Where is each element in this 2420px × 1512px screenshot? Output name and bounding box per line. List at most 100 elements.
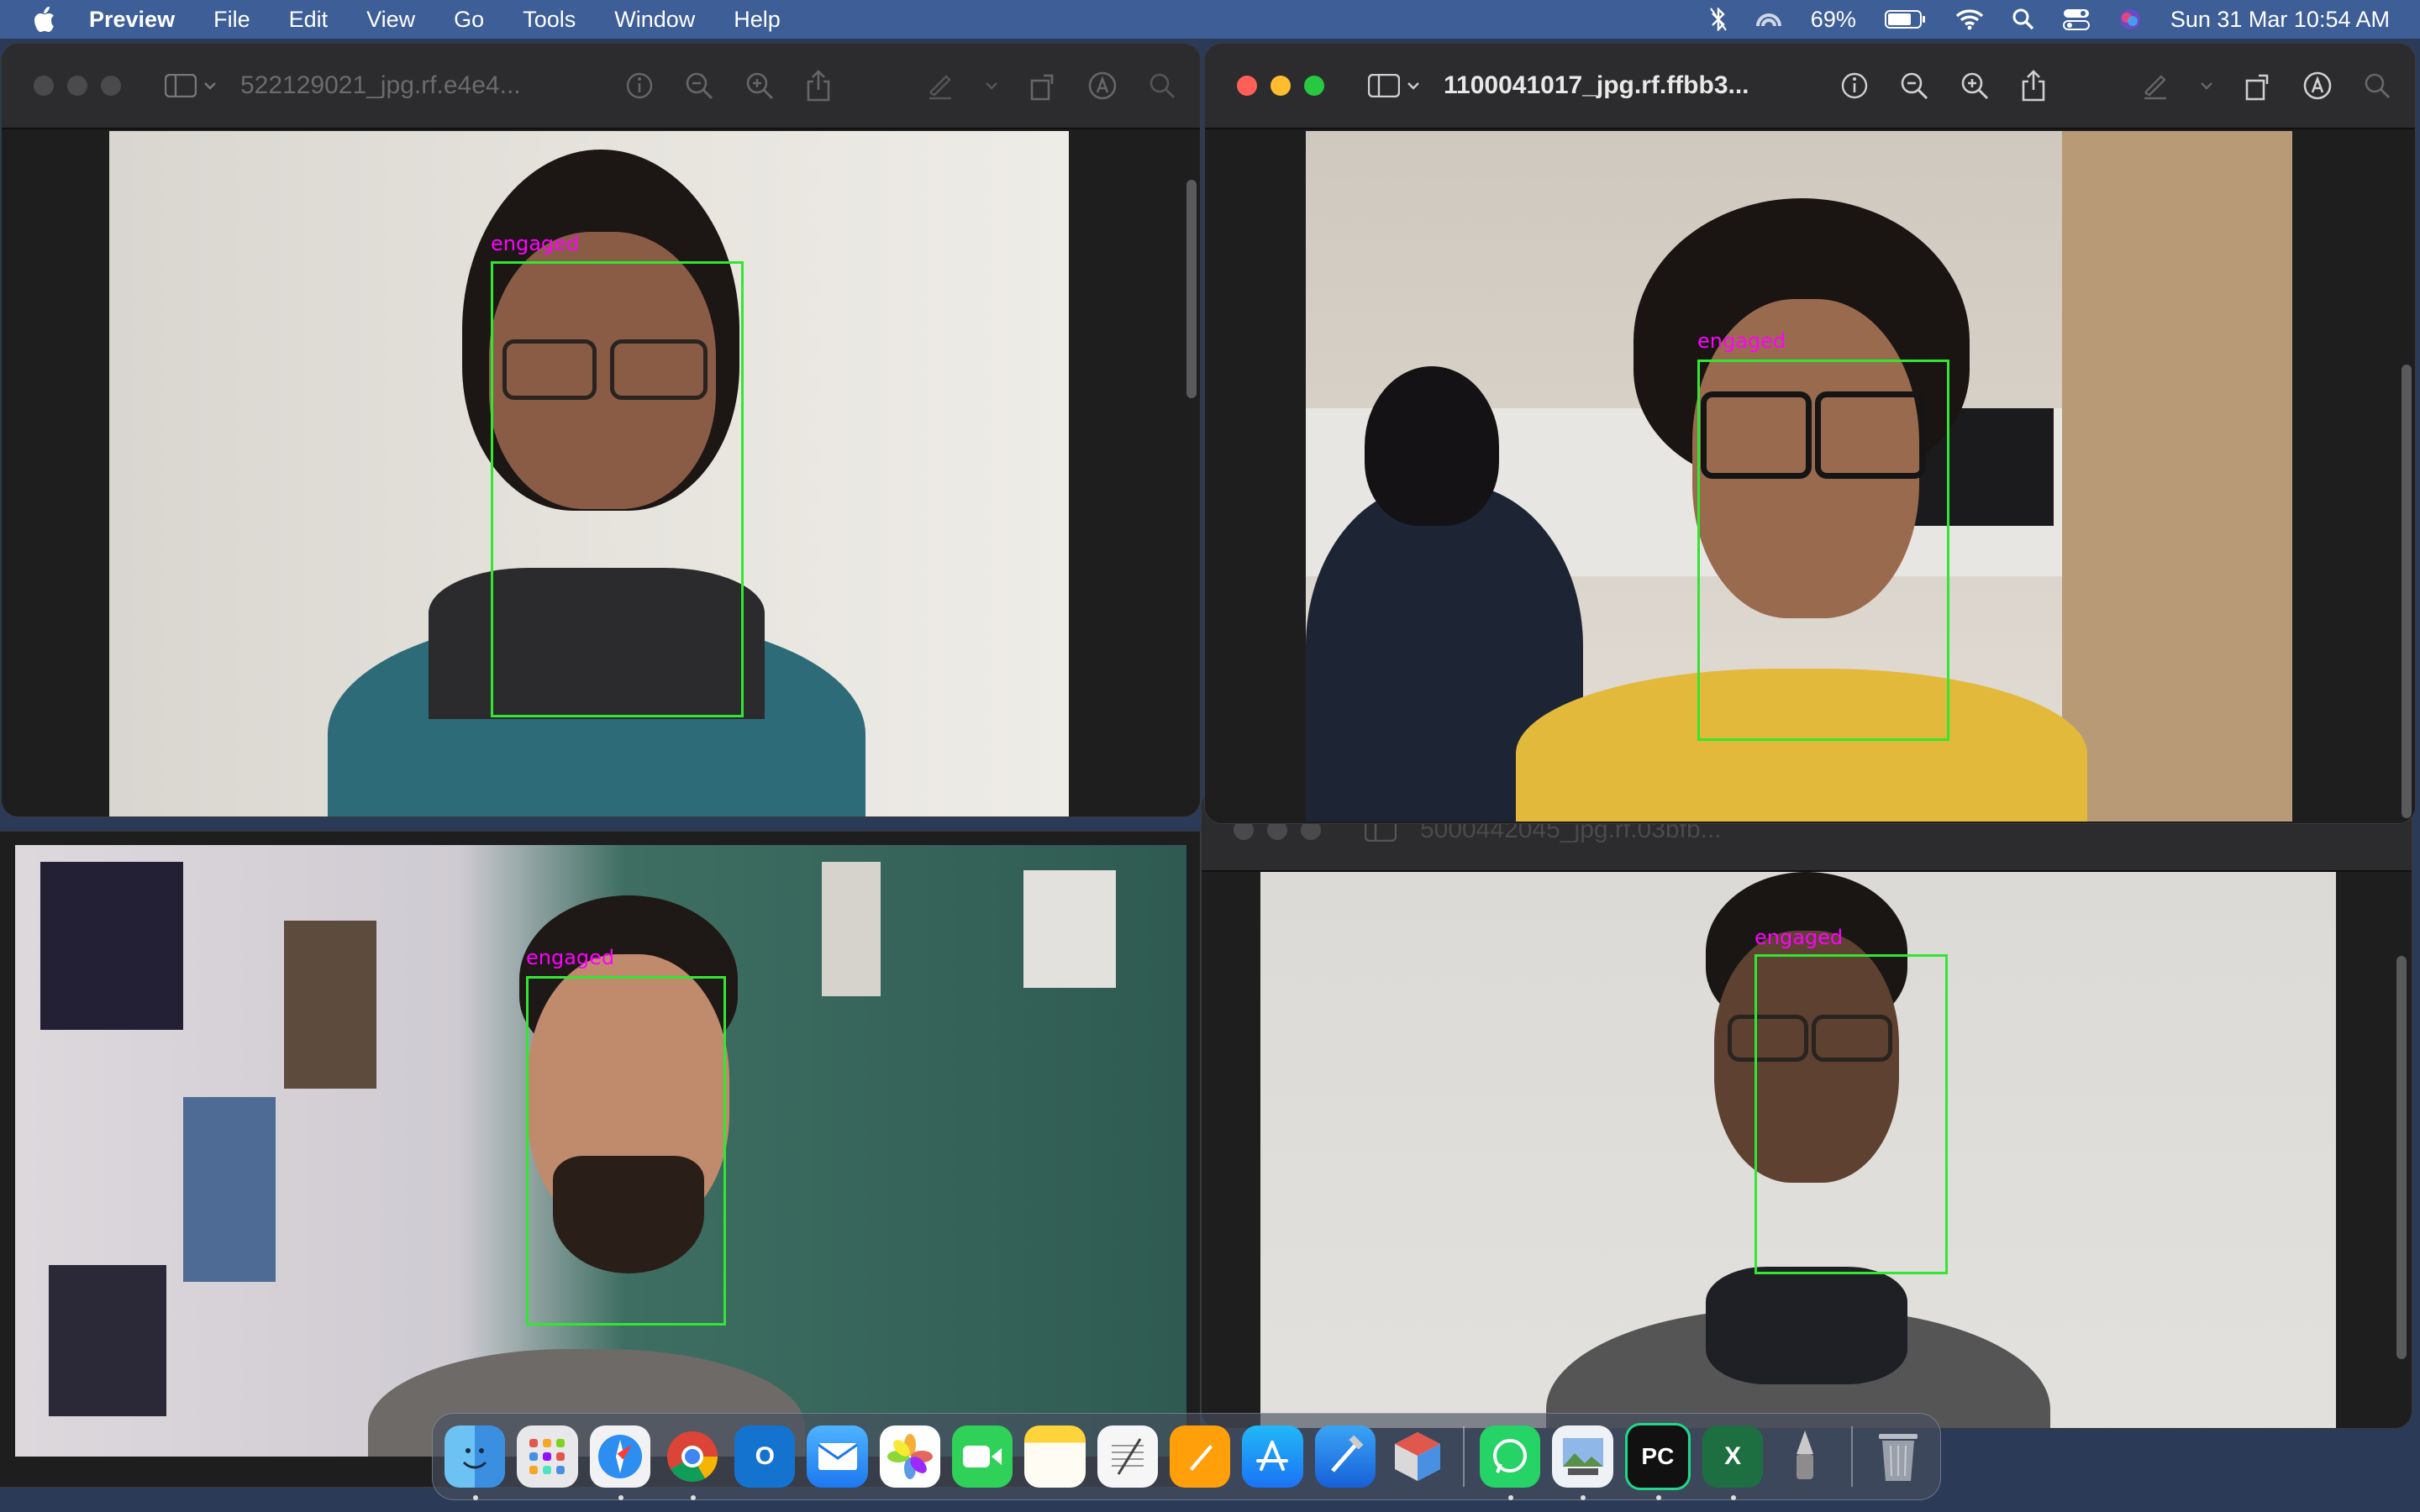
document-area: engaged — [1205, 129, 2415, 823]
chevron-down-icon[interactable] — [2200, 81, 2213, 91]
webcam-image: engaged — [1306, 131, 2292, 822]
zoom-button[interactable] — [1304, 76, 1324, 96]
zoom-out-icon[interactable] — [684, 71, 714, 101]
spotlight-icon[interactable] — [2012, 8, 2034, 30]
trash-icon[interactable] — [1868, 1425, 1928, 1488]
textedit-icon[interactable] — [1097, 1425, 1158, 1488]
zoom-out-icon[interactable] — [1899, 71, 1929, 101]
launchpad-icon[interactable] — [517, 1425, 578, 1488]
wifi-icon[interactable] — [1955, 8, 1984, 30]
control-center-icon[interactable] — [2062, 8, 2090, 30]
zoom-in-icon[interactable] — [744, 71, 775, 101]
minimize-button[interactable] — [1270, 76, 1291, 96]
window-title: 1100041017_jpg.rf.ffbb3... — [1444, 71, 1749, 99]
menu-window[interactable]: Window — [614, 7, 695, 33]
menu-bar: Preview File Edit View Go Tools Window H… — [0, 0, 2420, 39]
preview-icon[interactable] — [1552, 1425, 1613, 1500]
minimize-button[interactable] — [67, 76, 87, 96]
rotate-icon[interactable] — [1028, 71, 1057, 101]
sidebar-icon — [165, 74, 197, 97]
notes-icon[interactable] — [1024, 1425, 1086, 1488]
dock-separator — [1463, 1426, 1465, 1487]
face-label: engaged — [491, 232, 580, 255]
battery-icon[interactable] — [1884, 9, 1927, 29]
document-area: engaged — [2, 129, 1200, 816]
pycharm-icon[interactable]: PC — [1624, 1423, 1691, 1500]
focus-icon[interactable] — [1755, 8, 1782, 31]
zoom-button[interactable] — [101, 76, 121, 96]
chrome-icon[interactable] — [662, 1425, 723, 1500]
preview-window-top-left: 522129021_jpg.rf.e4e4... engaged — [2, 44, 1200, 816]
face-bounding-box — [1754, 954, 1948, 1274]
whatsapp-icon[interactable] — [1480, 1425, 1541, 1500]
annotate-icon[interactable] — [2302, 71, 2333, 101]
search-icon[interactable] — [1148, 71, 1176, 100]
mail-icon[interactable] — [807, 1425, 868, 1488]
outlook-icon[interactable]: O — [734, 1425, 796, 1488]
menu-help[interactable]: Help — [734, 7, 781, 33]
menu-go[interactable]: Go — [454, 7, 484, 33]
clock-datetime[interactable]: Sun 31 Mar 10:54 AM — [2170, 7, 2390, 33]
dock: O PC X — [432, 1413, 1941, 1500]
app-store-icon[interactable] — [1242, 1425, 1303, 1488]
share-icon[interactable] — [805, 70, 832, 102]
vertical-scrollbar[interactable] — [2396, 956, 2407, 1359]
face-label: engaged — [1754, 926, 1844, 949]
face-bounding-box — [526, 976, 726, 1326]
facetime-icon[interactable] — [952, 1425, 1013, 1488]
chevron-down-icon — [204, 82, 216, 90]
document-area: engaged — [1202, 872, 2412, 1428]
preview-window-bottom-right: 5000442045_jpg.rf.03bfb... engaged — [1202, 790, 2412, 1428]
info-icon[interactable] — [1840, 71, 1869, 100]
bluetooth-icon[interactable] — [1709, 8, 1727, 31]
finder-icon[interactable] — [445, 1425, 506, 1500]
markup-pen-icon[interactable] — [926, 71, 955, 100]
siri-icon[interactable] — [2118, 8, 2142, 31]
webcam-image: engaged — [15, 845, 1186, 1457]
menu-view[interactable]: View — [366, 7, 415, 33]
vertical-scrollbar[interactable] — [1186, 180, 1197, 398]
chevron-down-icon[interactable] — [985, 81, 998, 91]
pycharm-label: PC — [1641, 1443, 1675, 1469]
webcam-image: engaged — [1260, 872, 2336, 1428]
zoom-in-icon[interactable] — [1960, 71, 1990, 101]
pages-icon[interactable] — [1169, 1425, 1231, 1488]
chevron-down-icon — [1407, 82, 1419, 90]
menu-tools[interactable]: Tools — [523, 7, 576, 33]
menu-app-name[interactable]: Preview — [89, 7, 175, 33]
face-label: engaged — [526, 946, 615, 969]
dock-separator — [1850, 1426, 1853, 1487]
photos-icon[interactable] — [879, 1425, 941, 1488]
menu-file[interactable]: File — [213, 7, 250, 33]
xcode-icon[interactable] — [1314, 1425, 1376, 1488]
menu-edit[interactable]: Edit — [289, 7, 329, 33]
preview-window-bottom-left: engaged — [0, 832, 1200, 1487]
apple-icon — [34, 7, 54, 32]
close-button[interactable] — [1237, 76, 1257, 96]
battery-percent: 69% — [1810, 6, 1856, 32]
script-editor-icon[interactable] — [1775, 1425, 1835, 1488]
search-icon[interactable] — [2363, 71, 2391, 100]
sidebar-toggle-button[interactable] — [1368, 74, 1420, 97]
safari-icon[interactable] — [589, 1425, 650, 1500]
excel-icon[interactable]: X — [1702, 1425, 1764, 1500]
window-titlebar[interactable]: 1100041017_jpg.rf.ffbb3... — [1205, 44, 2415, 129]
close-button[interactable] — [34, 76, 54, 96]
sketchbook-icon[interactable] — [1387, 1425, 1448, 1488]
window-title: 522129021_jpg.rf.e4e4... — [240, 71, 521, 99]
excel-label: X — [1724, 1442, 1742, 1470]
rotate-icon[interactable] — [2244, 71, 2272, 101]
share-icon[interactable] — [2020, 70, 2047, 102]
annotate-icon[interactable] — [1087, 71, 1118, 101]
sidebar-toggle-button[interactable] — [165, 74, 217, 97]
markup-pen-icon[interactable] — [2141, 71, 2170, 100]
preview-window-top-right: 1100041017_jpg.rf.ffbb3... engaged — [1205, 44, 2415, 823]
vertical-scrollbar[interactable] — [2402, 365, 2412, 818]
webcam-image: engaged — [109, 131, 1069, 816]
info-icon[interactable] — [625, 71, 654, 100]
window-titlebar[interactable]: 522129021_jpg.rf.e4e4... — [2, 44, 1200, 129]
sidebar-icon — [1368, 74, 1400, 97]
apple-menu[interactable] — [27, 6, 60, 33]
face-label: engaged — [1697, 329, 1786, 353]
face-bounding-box — [491, 261, 744, 717]
